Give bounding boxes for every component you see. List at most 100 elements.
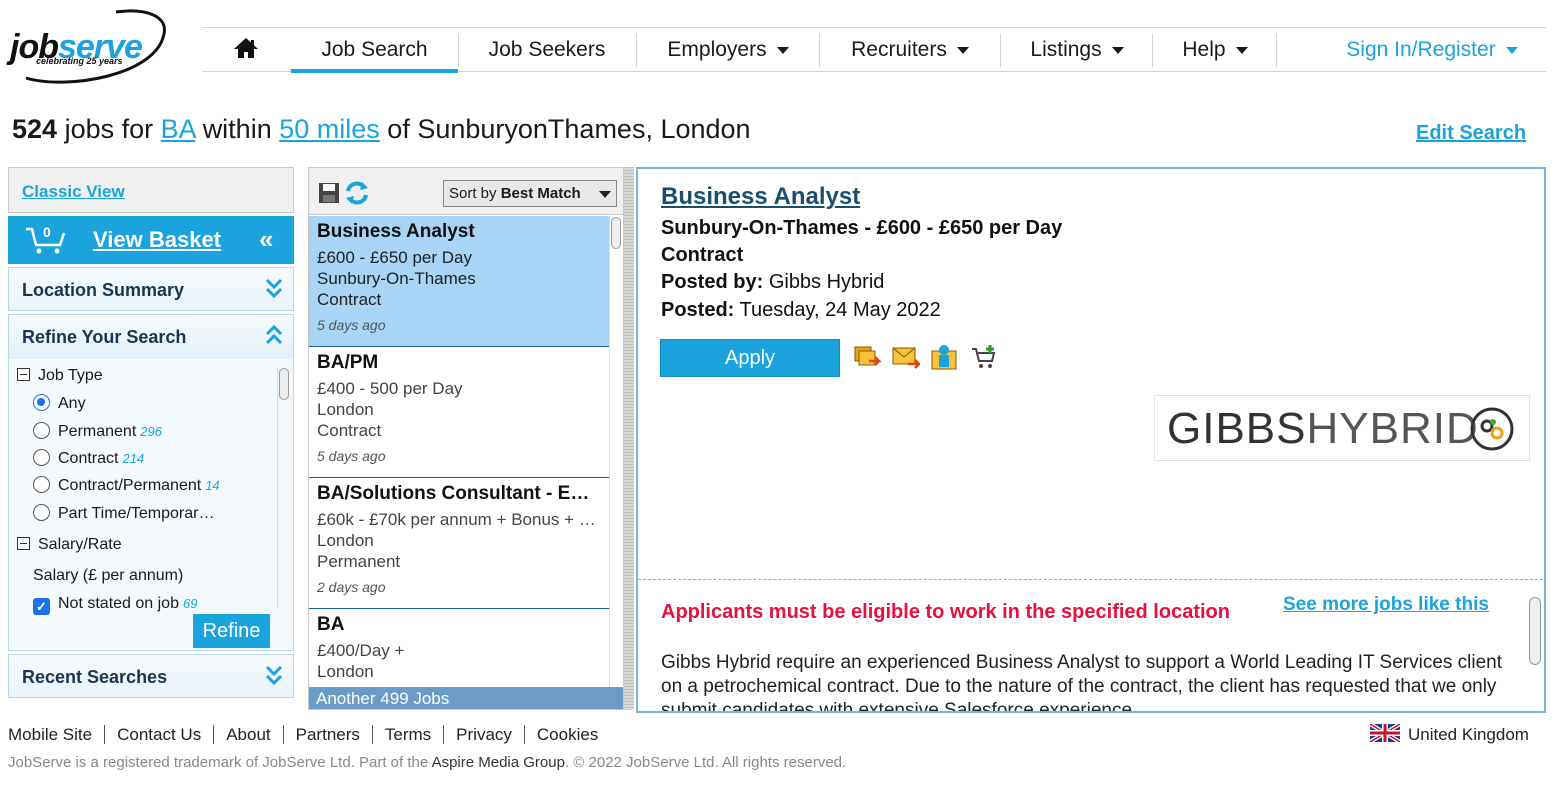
- view-basket-link[interactable]: View Basket: [93, 227, 221, 253]
- footer-link-contact[interactable]: Contact Us: [105, 725, 215, 744]
- refine-button[interactable]: Refine: [193, 614, 270, 648]
- job-type-option-permanent[interactable]: Permanent 296: [33, 422, 162, 441]
- job-title: BA/Solutions Consultant - E…: [317, 483, 590, 504]
- home-button[interactable]: [222, 28, 270, 71]
- job-type: Permanent: [317, 552, 401, 571]
- copyright-pre: JobServe is a registered trademark of Jo…: [8, 754, 429, 771]
- double-chevron-down-icon: [265, 278, 283, 299]
- job-rate: £400 - 500 per Day: [317, 379, 463, 398]
- similar-jobs-icon[interactable]: [853, 343, 881, 371]
- radio-button[interactable]: [33, 422, 50, 439]
- radio-button[interactable]: [33, 449, 50, 466]
- refine-scrollbar[interactable]: [277, 368, 289, 608]
- aspire-media-link[interactable]: Aspire Media Group: [432, 754, 565, 771]
- nav-divider: [458, 34, 459, 67]
- classic-view-link[interactable]: Classic View: [8, 167, 294, 213]
- footer-link-partners[interactable]: Partners: [283, 725, 373, 744]
- apply-button[interactable]: Apply: [660, 339, 840, 377]
- caret-down-icon: [776, 46, 789, 54]
- results-toolbar: Sort by Best Match: [309, 168, 623, 215]
- basket-count: 0: [43, 224, 51, 240]
- collapse-minus-icon[interactable]: [17, 537, 30, 550]
- view-basket-bar[interactable]: 0 View Basket «: [8, 216, 294, 264]
- job-description: Gibbs Hybrid require an experienced Busi…: [661, 652, 1503, 713]
- detail-scrollbar[interactable]: [1528, 593, 1542, 711]
- nav-divider: [819, 34, 820, 67]
- salary-group[interactable]: Salary/Rate: [17, 536, 122, 554]
- job-type-option-any[interactable]: Any: [33, 394, 86, 413]
- nav-divider: [1276, 34, 1277, 67]
- job-type-option-label: Permanent: [58, 423, 137, 440]
- checkbox-checked-icon[interactable]: ✓: [33, 598, 50, 615]
- refine-title: Refine Your Search: [22, 327, 187, 347]
- detail-posted-by: Posted by: Gibbs Hybrid: [661, 271, 884, 294]
- footer-link-terms[interactable]: Terms: [372, 725, 445, 744]
- job-type-option-part-time[interactable]: Part Time/Temporar…: [33, 504, 214, 523]
- job-type-option-contract-permanent[interactable]: Contract/Permanent 14: [33, 476, 220, 495]
- job-age: 5 days ago: [317, 317, 386, 333]
- double-chevron-down-icon: [265, 665, 283, 686]
- save-icon[interactable]: [318, 182, 340, 204]
- nav-job-search[interactable]: Job Search: [291, 28, 458, 73]
- recruiter-contact-icon[interactable]: [931, 343, 959, 371]
- job-type-label: Job Type: [38, 367, 103, 384]
- refresh-icon[interactable]: [344, 181, 370, 205]
- radius-link[interactable]: 50 miles: [279, 114, 380, 144]
- not-stated-option[interactable]: ✓ Not stated on job 69: [33, 595, 197, 615]
- nav-job-seekers[interactable]: Job Seekers: [460, 28, 634, 71]
- job-rate: £60k - £70k per annum + Bonus + …: [317, 510, 596, 529]
- scroll-thumb[interactable]: [1529, 597, 1541, 665]
- job-type-option-contract[interactable]: Contract 214: [33, 449, 144, 468]
- scroll-thumb[interactable]: [611, 217, 621, 249]
- results-scrollbar[interactable]: [609, 215, 623, 687]
- nav-listings[interactable]: Listings: [1002, 28, 1152, 71]
- nav-employers[interactable]: Employers: [638, 28, 818, 71]
- nav-help[interactable]: Help: [1154, 28, 1276, 71]
- refine-header[interactable]: Refine Your Search: [9, 315, 293, 359]
- sort-select[interactable]: Sort by Best Match: [443, 180, 617, 207]
- job-list-item[interactable]: BA/Solutions Consultant - E… £60k - £70k…: [309, 478, 609, 609]
- radio-button[interactable]: [33, 504, 50, 521]
- job-type-group[interactable]: Job Type: [17, 367, 103, 385]
- jobserve-logo[interactable]: jobserve celebrating 25 years: [6, 6, 172, 86]
- option-count: 69: [182, 596, 198, 611]
- detail-title[interactable]: Business Analyst: [661, 183, 860, 211]
- caret-down-icon: [1111, 46, 1124, 54]
- add-to-basket-icon[interactable]: [970, 343, 998, 371]
- keyword-link[interactable]: BA: [161, 114, 196, 144]
- recent-searches-header[interactable]: Recent Searches: [8, 654, 294, 698]
- job-list-item[interactable]: BA/PM £400 - 500 per Day London Contract…: [309, 347, 609, 478]
- sign-in-register[interactable]: Sign In/Register: [1332, 28, 1532, 71]
- posted-label: Posted:: [661, 299, 735, 321]
- footer-link-cookies[interactable]: Cookies: [525, 725, 610, 744]
- footer-link-privacy[interactable]: Privacy: [444, 725, 525, 744]
- job-age: 5 days ago: [317, 448, 386, 464]
- job-list-item[interactable]: Business Analyst £600 - £650 per Day Sun…: [309, 216, 609, 347]
- collapse-minus-icon[interactable]: [17, 368, 30, 381]
- job-location: Sunbury-On-Thames: [317, 269, 476, 288]
- job-rate: £400/Day +: [317, 641, 405, 660]
- another-jobs-bar[interactable]: Another 499 Jobs: [309, 687, 623, 709]
- eligibility-warning: Applicants must be eligible to work in t…: [661, 601, 1230, 623]
- country-selector[interactable]: United Kingdom: [1370, 724, 1529, 745]
- job-type-option-label: Any: [58, 395, 86, 412]
- scroll-thumb[interactable]: [279, 368, 289, 400]
- radio-button[interactable]: [33, 476, 50, 493]
- edit-search-link[interactable]: Edit Search: [1416, 122, 1526, 145]
- email-job-icon[interactable]: [892, 343, 920, 371]
- job-detail: Business Analyst Sunbury-On-Thames - £60…: [636, 167, 1546, 713]
- collapse-left-icon[interactable]: «: [259, 224, 274, 255]
- job-location: London: [317, 400, 374, 419]
- nav-divider: [1000, 34, 1001, 67]
- radio-button[interactable]: [33, 394, 50, 411]
- footer-link-about[interactable]: About: [214, 725, 284, 744]
- see-more-jobs-link[interactable]: See more jobs like this: [1283, 594, 1489, 616]
- option-count: 14: [205, 478, 220, 493]
- location-summary-header[interactable]: Location Summary: [8, 267, 294, 311]
- nav-recruiters[interactable]: Recruiters: [821, 28, 999, 71]
- nav-listings-label: Listings: [1030, 38, 1102, 61]
- footer-link-mobile[interactable]: Mobile Site: [8, 725, 106, 744]
- pane-splitter[interactable]: [624, 167, 634, 710]
- refine-body: Job Type Any Permanent 296 Contract 214 Co…: [9, 359, 293, 650]
- job-type-option-label: Part Time/Temporar…: [58, 505, 215, 522]
